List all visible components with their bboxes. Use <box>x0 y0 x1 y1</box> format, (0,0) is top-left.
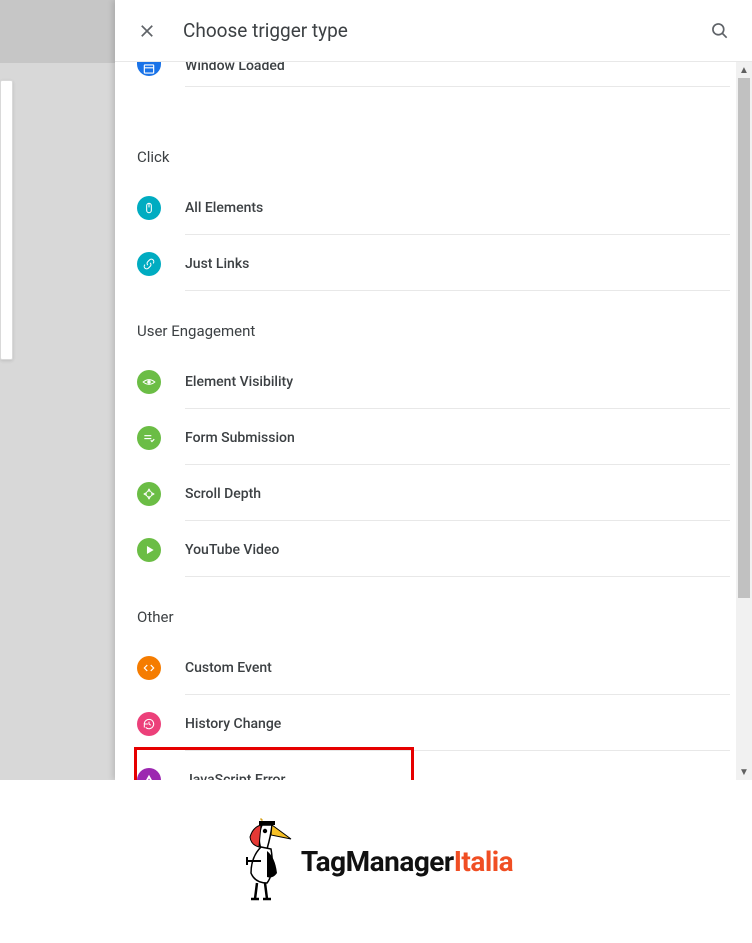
trigger-option-javascript-error[interactable]: JavaScript Error <box>137 752 752 780</box>
trigger-option-youtube-video[interactable]: YouTube Video <box>137 522 752 578</box>
panel-body: Window Loaded Click All ElementsJust Links… <box>115 62 752 780</box>
trigger-option-custom-event[interactable]: Custom Event <box>137 640 752 696</box>
scrollbar-up-arrow[interactable]: ▲ <box>736 62 752 78</box>
trigger-option-window-loaded[interactable]: Window Loaded <box>137 62 752 118</box>
search-icon <box>710 21 730 41</box>
trigger-label: History Change <box>185 698 730 751</box>
trigger-option-history-change[interactable]: History Change <box>137 696 752 752</box>
woodpecker-icon <box>239 817 295 907</box>
history-icon <box>137 712 161 736</box>
trigger-label: Window Loaded <box>185 62 730 87</box>
close-icon <box>138 22 156 40</box>
section-title: User Engagement <box>137 322 752 340</box>
panel-header: Choose trigger type <box>115 0 752 62</box>
scrollbar[interactable]: ▲ ▼ <box>736 62 752 780</box>
play-icon <box>137 538 161 562</box>
background-overlay <box>0 0 115 780</box>
trigger-option-all-elements[interactable]: All Elements <box>137 180 752 236</box>
section-title: Click <box>137 148 752 166</box>
mouse-icon <box>137 196 161 220</box>
trigger-label: Scroll Depth <box>185 468 730 521</box>
error-icon <box>137 768 161 780</box>
trigger-option-element-visibility[interactable]: Element Visibility <box>137 354 752 410</box>
trigger-label: Form Submission <box>185 412 730 465</box>
panel-title: Choose trigger type <box>183 19 708 42</box>
trigger-label: All Elements <box>185 182 730 235</box>
search-button[interactable] <box>708 19 732 43</box>
background-card <box>0 80 13 360</box>
section-title: Other <box>137 608 752 626</box>
background-overlay-top <box>0 0 115 63</box>
trigger-type-panel: Choose trigger type Window Loaded Click Al… <box>115 0 752 780</box>
form-icon <box>137 426 161 450</box>
window-loaded-icon <box>137 62 161 76</box>
brand-logo: TagManagerItalia <box>239 817 513 907</box>
brand-text: TagManagerItalia <box>301 845 513 878</box>
trigger-option-scroll-depth[interactable]: Scroll Depth <box>137 466 752 522</box>
trigger-option-form-submission[interactable]: Form Submission <box>137 410 752 466</box>
code-icon <box>137 656 161 680</box>
scrollbar-down-arrow[interactable]: ▼ <box>736 764 752 780</box>
scrollbar-thumb[interactable] <box>738 78 750 598</box>
trigger-option-just-links[interactable]: Just Links <box>137 236 752 292</box>
link-icon <box>137 252 161 276</box>
trigger-label: Custom Event <box>185 642 730 695</box>
trigger-label: Element Visibility <box>185 356 730 409</box>
scroll-icon <box>137 482 161 506</box>
eye-icon <box>137 370 161 394</box>
trigger-label: JavaScript Error <box>185 754 730 781</box>
footer-logo-area: TagManagerItalia <box>0 780 752 943</box>
close-button[interactable] <box>135 19 159 43</box>
trigger-label: YouTube Video <box>185 524 730 577</box>
trigger-label: Just Links <box>185 238 730 291</box>
